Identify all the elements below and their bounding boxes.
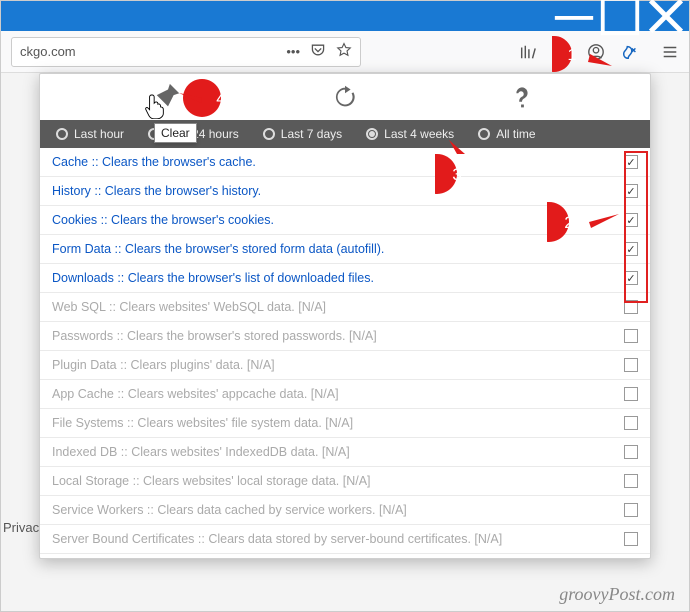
- clear-data-panel: Last hourLast 24 hoursLast 7 daysLast 4 …: [39, 73, 651, 559]
- clear-item-checkbox: [624, 387, 638, 401]
- broom-clear-icon[interactable]: [153, 82, 183, 112]
- clear-items-list: Cache :: Clears the browser's cache.Hist…: [40, 148, 650, 554]
- clear-item-row: Web SQL :: Clears websites' WebSQL data.…: [40, 293, 650, 322]
- clear-item-checkbox: [624, 445, 638, 459]
- clear-item-label: Cache :: Clears the browser's cache.: [52, 155, 256, 169]
- radio-icon: [366, 128, 378, 140]
- time-option[interactable]: Last 4 weeks: [360, 127, 472, 141]
- account-icon[interactable]: [587, 43, 605, 61]
- time-option-label: Last 4 weeks: [384, 127, 454, 141]
- clear-item-label: File Systems :: Clears websites' file sy…: [52, 416, 353, 430]
- time-option[interactable]: Last 7 days: [257, 127, 360, 141]
- clear-item-row: Local Storage :: Clears websites' local …: [40, 467, 650, 496]
- clear-item-checkbox: [624, 358, 638, 372]
- reload-icon[interactable]: [330, 82, 360, 112]
- clear-item-checkbox: [624, 329, 638, 343]
- time-range-radio-group: Last hourLast 24 hoursLast 7 daysLast 4 …: [40, 120, 650, 148]
- tooltip-clear: Clear: [154, 123, 197, 143]
- clear-item-row: Server Bound Certificates :: Clears data…: [40, 525, 650, 554]
- clear-item-row: App Cache :: Clears websites' appcache d…: [40, 380, 650, 409]
- clear-item-label: Form Data :: Clears the browser's stored…: [52, 242, 384, 256]
- clear-item-row: Service Workers :: Clears data cached by…: [40, 496, 650, 525]
- radio-icon: [56, 128, 68, 140]
- clear-item-row: Cookies :: Clears the browser's cookies.: [40, 206, 650, 235]
- annotation-checkbox-frame: [624, 151, 648, 303]
- clear-item-checkbox: [624, 532, 638, 546]
- clear-item-row: History :: Clears the browser's history.: [40, 177, 650, 206]
- clear-item-row: Indexed DB :: Clears websites' IndexedDB…: [40, 438, 650, 467]
- watermark-text: groovyPost.com: [559, 584, 675, 605]
- time-option[interactable]: Last hour: [50, 127, 142, 141]
- clear-item-label: Web SQL :: Clears websites' WebSQL data.…: [52, 300, 326, 314]
- background-privacy-text: Privac: [3, 520, 39, 535]
- pocket-icon[interactable]: [310, 42, 326, 61]
- close-button[interactable]: [643, 1, 689, 31]
- minimize-button[interactable]: [551, 1, 597, 31]
- clear-item-row: Cache :: Clears the browser's cache.: [40, 148, 650, 177]
- clear-item-row: Plugin Data :: Clears plugins' data. [N/…: [40, 351, 650, 380]
- clear-item-row: Downloads :: Clears the browser's list o…: [40, 264, 650, 293]
- bookmark-star-icon[interactable]: [336, 42, 352, 61]
- clear-item-label: History :: Clears the browser's history.: [52, 184, 261, 198]
- clear-item-label: Cookies :: Clears the browser's cookies.: [52, 213, 274, 227]
- menu-hamburger-icon[interactable]: [661, 43, 679, 61]
- clear-item-row: Passwords :: Clears the browser's stored…: [40, 322, 650, 351]
- clear-item-row: File Systems :: Clears websites' file sy…: [40, 409, 650, 438]
- clear-item-label: Passwords :: Clears the browser's stored…: [52, 329, 377, 343]
- url-bar[interactable]: ckgo.com •••: [11, 37, 361, 67]
- clear-item-checkbox: [624, 503, 638, 517]
- clear-item-label: App Cache :: Clears websites' appcache d…: [52, 387, 339, 401]
- clear-item-label: Local Storage :: Clears websites' local …: [52, 474, 371, 488]
- time-option[interactable]: All time: [472, 127, 553, 141]
- maximize-button[interactable]: [597, 1, 643, 31]
- radio-icon: [478, 128, 490, 140]
- clear-item-checkbox: [624, 474, 638, 488]
- time-option-label: All time: [496, 127, 535, 141]
- extension-clear-icon[interactable]: [621, 43, 639, 61]
- clear-item-label: Indexed DB :: Clears websites' IndexedDB…: [52, 445, 350, 459]
- clear-item-checkbox: [624, 416, 638, 430]
- window-titlebar: [1, 1, 689, 31]
- clear-item-label: Downloads :: Clears the browser's list o…: [52, 271, 374, 285]
- clear-item-row: Form Data :: Clears the browser's stored…: [40, 235, 650, 264]
- help-icon[interactable]: [507, 82, 537, 112]
- time-option-label: Last 7 days: [281, 127, 342, 141]
- clear-item-label: Plugin Data :: Clears plugins' data. [N/…: [52, 358, 275, 372]
- page-actions-ellipsis-icon[interactable]: •••: [286, 44, 300, 59]
- time-option-label: Last hour: [74, 127, 124, 141]
- radio-icon: [263, 128, 275, 140]
- library-icon[interactable]: [519, 43, 537, 61]
- clear-item-label: Server Bound Certificates :: Clears data…: [52, 532, 502, 546]
- sidebar-icon[interactable]: [553, 43, 571, 61]
- clear-item-label: Service Workers :: Clears data cached by…: [52, 503, 407, 517]
- url-text: ckgo.com: [20, 44, 76, 59]
